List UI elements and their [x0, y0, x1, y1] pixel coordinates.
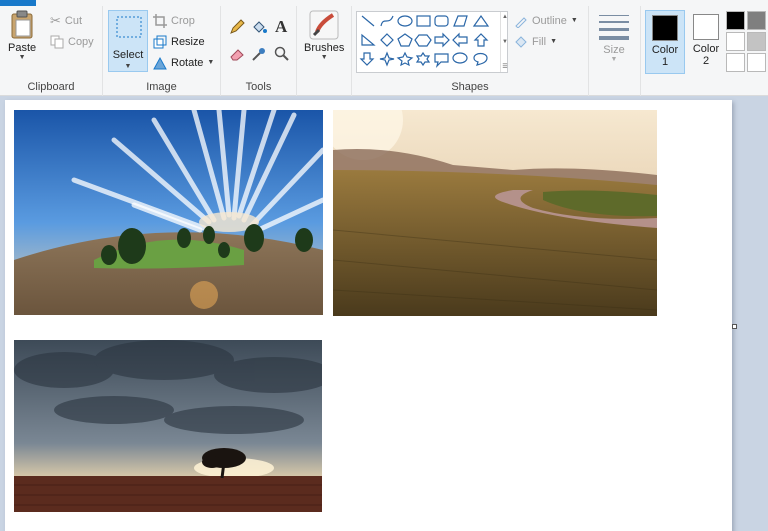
- line-width-icon: [599, 15, 629, 40]
- palette-swatch-empty[interactable]: [726, 53, 745, 72]
- gallery-expand-icon[interactable]: ☰: [502, 63, 507, 70]
- photo-stormy-tree[interactable]: [14, 340, 322, 512]
- canvas-area: [0, 96, 768, 531]
- chevron-down-icon: ▼: [320, 54, 328, 61]
- paste-label: Paste: [8, 42, 37, 54]
- chevron-down-icon: ▼: [570, 17, 578, 24]
- photo-sky-hill[interactable]: [14, 110, 323, 315]
- colors-group: Color 1 Color 2: [641, 6, 768, 96]
- resize-label: Resize: [171, 36, 205, 48]
- pencil-icon[interactable]: [229, 19, 245, 35]
- color1-number: 1: [661, 56, 669, 68]
- paste-button[interactable]: Paste ▼: [8, 10, 36, 62]
- chevron-down-icon: ▼: [550, 38, 557, 45]
- rotate-label: Rotate: [171, 57, 204, 69]
- outline-icon: [515, 17, 527, 28]
- selection-rectangle-icon: [116, 16, 142, 38]
- color2-button[interactable]: Color 2: [686, 10, 726, 74]
- resize-icon: [153, 35, 167, 49]
- outline-button[interactable]: Outline ▼: [514, 12, 578, 30]
- copy-icon: [50, 35, 64, 49]
- crop-icon: [153, 14, 167, 28]
- chevron-down-icon: ▼: [610, 56, 618, 63]
- drawing-canvas[interactable]: [5, 100, 732, 531]
- scissors-icon: ✂: [50, 13, 61, 28]
- palette-swatch-light-gray[interactable]: [747, 32, 766, 51]
- clipboard-group-label: Clipboard: [27, 81, 75, 93]
- crop-label: Crop: [171, 15, 195, 27]
- chevron-down-icon: ▼: [124, 63, 132, 70]
- shapes-grid-icon: [359, 14, 490, 68]
- fill-icon[interactable]: [251, 19, 267, 35]
- photo-field-road[interactable]: [333, 110, 657, 316]
- color1-label: Color: [651, 44, 679, 56]
- palette-swatch-gray[interactable]: [747, 11, 766, 30]
- brush-icon: [309, 10, 339, 40]
- paste-icon: [11, 10, 33, 39]
- landscape-image: [14, 110, 323, 315]
- palette-swatch-white[interactable]: [726, 32, 745, 51]
- landscape-image: [333, 110, 657, 316]
- clipboard-group: Paste ▼ ✂ Cut Copy Clipboard: [0, 6, 103, 96]
- select-label: Select: [112, 49, 144, 61]
- size-button[interactable]: Size ▼: [597, 12, 631, 64]
- size-group: Size ▼: [589, 6, 641, 96]
- color1-swatch: [652, 15, 678, 41]
- rotate-icon: [153, 56, 167, 70]
- color-palette: [726, 11, 766, 72]
- gallery-scroll[interactable]: ▲ ▼ ☰: [500, 12, 509, 72]
- color2-number: 2: [702, 55, 710, 67]
- crop-button[interactable]: Crop: [153, 12, 195, 30]
- size-label: Size: [603, 44, 625, 56]
- palette-swatch-empty[interactable]: [747, 53, 766, 72]
- cut-button[interactable]: ✂ Cut: [50, 12, 82, 30]
- shapes-gallery[interactable]: ▲ ▼ ☰: [356, 11, 508, 73]
- cut-label: Cut: [64, 15, 83, 27]
- tools-group: A Tools: [221, 6, 297, 96]
- color2-swatch: [693, 14, 719, 40]
- color1-button[interactable]: Color 1: [645, 10, 685, 74]
- outline-label: Outline: [532, 15, 567, 27]
- chevron-down-icon: ▼: [18, 54, 26, 61]
- copy-button[interactable]: Copy: [50, 33, 94, 51]
- palette-swatch-black[interactable]: [726, 11, 745, 30]
- ribbon: Paste ▼ ✂ Cut Copy Clipboard Select ▼ Cr…: [0, 0, 768, 96]
- canvas-resize-handle[interactable]: [732, 324, 737, 329]
- text-icon[interactable]: A: [275, 17, 287, 37]
- color-picker-icon[interactable]: [251, 46, 267, 62]
- scroll-up-icon[interactable]: ▲: [502, 14, 508, 20]
- fill-bucket-icon: [515, 36, 527, 48]
- copy-label: Copy: [68, 36, 94, 48]
- color2-label: Color: [692, 43, 720, 55]
- brushes-group: Brushes ▼: [297, 6, 352, 96]
- fill-button[interactable]: Fill ▼: [514, 33, 557, 51]
- chevron-down-icon: ▼: [207, 59, 215, 66]
- eraser-icon[interactable]: [229, 46, 245, 62]
- magnifier-icon[interactable]: [274, 46, 290, 62]
- scroll-down-icon[interactable]: ▼: [502, 39, 508, 45]
- tools-group-label: Tools: [245, 81, 272, 93]
- brushes-button[interactable]: Brushes ▼: [304, 10, 344, 62]
- select-button[interactable]: Select ▼: [108, 10, 148, 72]
- landscape-image: [14, 340, 322, 512]
- resize-button[interactable]: Resize: [153, 33, 205, 51]
- rotate-button[interactable]: Rotate ▼: [153, 54, 214, 72]
- brushes-label: Brushes: [304, 42, 345, 54]
- shapes-group-label: Shapes: [451, 81, 489, 93]
- image-group-label: Image: [146, 81, 177, 93]
- shapes-group: ▲ ▼ ☰ Outline ▼ Fill ▼ Shapes: [352, 6, 589, 96]
- image-group: Select ▼ Crop Resize Rotate ▼ Image: [103, 6, 221, 96]
- fill-label: Fill: [532, 36, 547, 48]
